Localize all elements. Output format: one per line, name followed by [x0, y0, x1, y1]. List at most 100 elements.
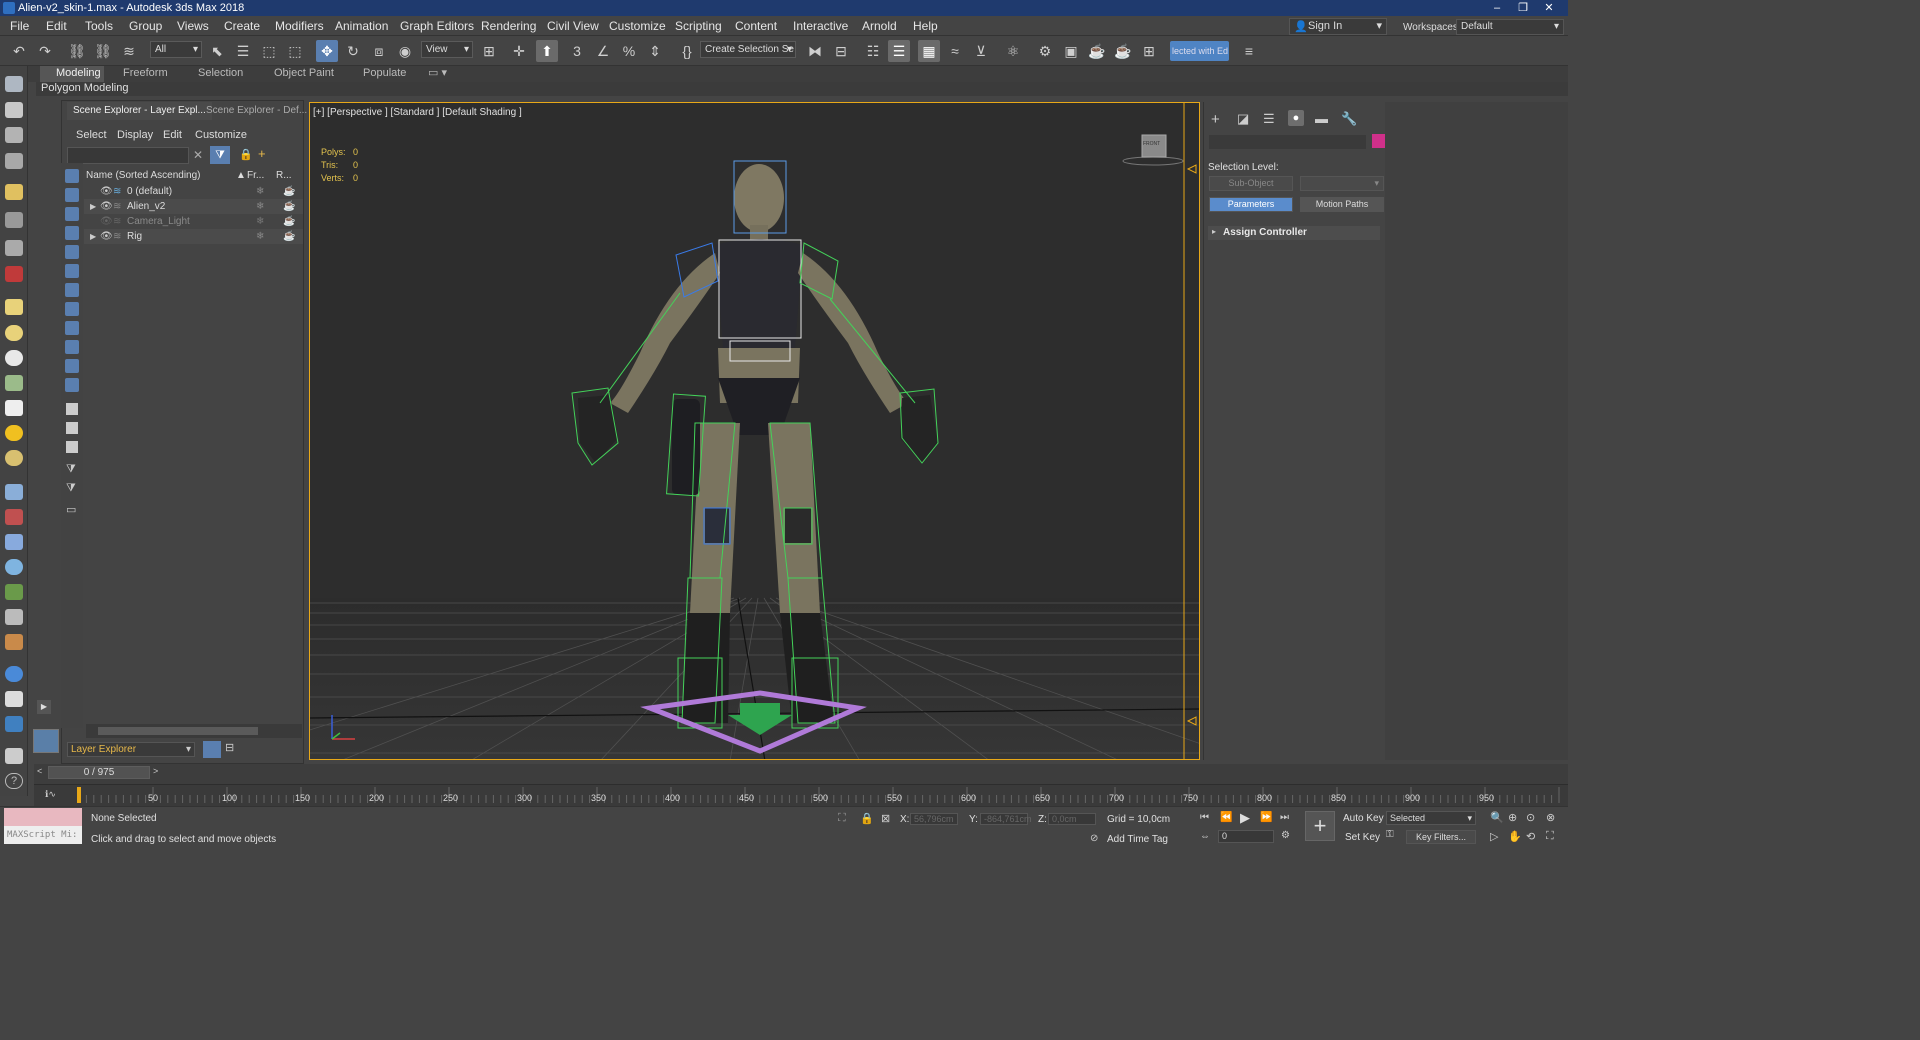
key-filters-button[interactable]: Key Filters... [1406, 830, 1476, 844]
align-icon[interactable]: ⊟ [830, 40, 852, 62]
teapot-icon[interactable] [5, 76, 23, 92]
angle-snap-icon[interactable]: ∠ [592, 40, 614, 62]
funnel-icon[interactable]: ⧩ [66, 463, 76, 476]
space-warp-filter-icon[interactable] [65, 264, 79, 278]
menu-civil-view[interactable]: Civil View [547, 19, 599, 33]
explorer-menu-edit[interactable]: Edit [163, 129, 182, 141]
tab-freeform[interactable]: Freeform [117, 66, 174, 82]
container-filter-icon[interactable] [65, 340, 79, 354]
explorer-search-input[interactable] [67, 147, 189, 164]
render-setup-icon[interactable]: ⚙ [1034, 40, 1056, 62]
select-by-name-icon[interactable]: ☰ [232, 40, 254, 62]
maxscript-listener[interactable]: MAXScript Mi: [4, 808, 82, 844]
tab-default-explorer[interactable]: Scene Explorer - Def... [200, 102, 313, 120]
toolbar-menu-icon[interactable]: ≡ [1238, 40, 1260, 62]
edit-named-selection-icon[interactable]: {} [676, 40, 698, 62]
explorer-menu-select[interactable]: Select [76, 129, 107, 141]
menu-help[interactable]: Help [913, 19, 938, 33]
time-config-icon[interactable]: ⚙ [1281, 830, 1290, 841]
tab-modeling[interactable]: Modeling [40, 66, 104, 82]
script-icon[interactable] [5, 691, 23, 707]
perspective-viewport[interactable] [309, 102, 1200, 760]
select-and-place-icon[interactable]: ◉ [394, 40, 416, 62]
light-filter-icon[interactable] [65, 207, 79, 221]
layer-manager-icon[interactable]: ☷ [862, 40, 884, 62]
viewport-layout-icon[interactable] [5, 127, 23, 143]
box-icon[interactable] [5, 299, 23, 315]
eye-icon[interactable]: 👁 [100, 184, 113, 199]
geosphere-icon[interactable] [5, 450, 23, 466]
next-frame-arrow-icon[interactable]: > [153, 766, 158, 776]
document-icon[interactable] [5, 748, 23, 764]
menu-rendering[interactable]: Rendering [481, 19, 536, 33]
object-name-input[interactable] [1209, 135, 1366, 149]
redo-icon[interactable]: ↷ [34, 40, 56, 62]
maxscript-input[interactable]: MAXScript Mi: [4, 826, 82, 844]
modify-tab-icon[interactable]: ◪ [1237, 111, 1249, 127]
sort-by-layer-icon[interactable] [203, 741, 221, 758]
column-name-header[interactable]: Name (Sorted Ascending) [86, 170, 201, 181]
menu-scripting[interactable]: Scripting [675, 19, 722, 33]
tab-selection[interactable]: Selection [192, 66, 249, 82]
layer-row-rig[interactable]: ▶ 👁 ≋ Rig ❄ ☕ [84, 229, 303, 244]
selection-filter-dropdown[interactable]: All ▾ [150, 41, 202, 58]
layer-row-default[interactable]: 👁 ≋ 0 (default) ❄ ☕ [84, 184, 303, 199]
shape-filter-icon[interactable] [65, 188, 79, 202]
select-and-scale-icon[interactable]: ⧈ [368, 40, 390, 62]
eye-icon[interactable]: 👁 [100, 229, 113, 244]
tab-layer-explorer[interactable]: Scene Explorer - Layer Expl... [67, 102, 212, 120]
explorer-type-dropdown[interactable]: Layer Explorer ▾ [67, 742, 195, 757]
hair-icon[interactable] [5, 609, 23, 625]
workspace-select[interactable]: Default ▾ [1456, 19, 1564, 35]
sun-icon[interactable] [5, 425, 23, 441]
tab-object-paint[interactable]: Object Paint [268, 66, 340, 82]
select-object-icon[interactable]: ⬉ [206, 40, 228, 62]
mini-curve-editor-icon[interactable]: ℹ∿ [45, 789, 56, 800]
render-icon[interactable] [5, 102, 23, 118]
bone-filter-icon[interactable] [65, 321, 79, 335]
menu-animation[interactable]: Animation [335, 19, 388, 33]
key-mode-icon[interactable]: ⇔ [1200, 831, 1210, 842]
viewport-shading-icon[interactable] [5, 716, 23, 732]
expand-arrow-icon[interactable]: ▶ [90, 229, 96, 244]
rectangular-selection-icon[interactable]: ⬚ [258, 40, 280, 62]
bind-space-warp-icon[interactable]: ≋ [118, 40, 140, 62]
particle-icon[interactable] [5, 484, 23, 500]
menu-tools[interactable]: Tools [85, 19, 113, 33]
zoom-extents-icon[interactable]: ⊙ [1526, 811, 1535, 824]
keyboard-shortcut-override-icon[interactable]: ⬆ [536, 40, 558, 62]
auto-key-button[interactable]: Auto Key [1343, 813, 1384, 824]
render-teapot-icon[interactable]: ☕ [283, 184, 295, 199]
reference-coordinate-dropdown[interactable]: View ▾ [421, 41, 473, 58]
play-icon[interactable]: ▶ [1240, 810, 1250, 826]
rendered-frame-window-icon[interactable]: ▣ [1060, 40, 1082, 62]
zoom-icon[interactable]: 🔍 [1490, 811, 1504, 824]
explorer-horizontal-scrollbar[interactable] [86, 724, 302, 738]
menu-views[interactable]: Views [177, 19, 209, 33]
maxscript-output[interactable] [4, 808, 82, 826]
pivot-center-icon[interactable]: ⊞ [478, 40, 500, 62]
dynamics-icon[interactable] [5, 509, 23, 525]
layer-row-camera-light[interactable]: 👁 ≋ Camera_Light ❄ ☕ [84, 214, 303, 229]
column-frozen-header[interactable]: Fr... [247, 170, 264, 181]
render-teapot-icon[interactable]: ☕ [283, 199, 295, 214]
frozen-filter-icon[interactable] [65, 359, 79, 373]
tab-populate[interactable]: Populate [357, 66, 412, 82]
viewcube-face-label[interactable]: FRONT [1143, 141, 1160, 147]
material-editor-icon[interactable]: ⚛ [1002, 40, 1024, 62]
container-icon[interactable]: ▭ [66, 503, 76, 516]
arnold-icon[interactable] [5, 666, 23, 682]
scene-explorer-icon[interactable]: ▦ [918, 40, 940, 62]
display-all-icon[interactable] [66, 403, 78, 415]
next-frame-icon[interactable]: ⏩ [1260, 812, 1272, 823]
isolate-selection-icon[interactable]: ⛶ [838, 812, 846, 825]
y-coordinate-field[interactable]: -864,761cm [980, 813, 1032, 825]
sub-object-button[interactable]: Sub-Object [1209, 176, 1293, 191]
select-and-rotate-icon[interactable]: ↻ [342, 40, 364, 62]
biped-icon[interactable] [5, 559, 23, 575]
help-icon[interactable]: ? [5, 773, 23, 789]
display-invert-icon[interactable] [66, 441, 78, 453]
menu-modifiers[interactable]: Modifiers [275, 19, 324, 33]
spinner-snap-icon[interactable]: ⇕ [644, 40, 666, 62]
z-coordinate-field[interactable]: 0,0cm [1048, 813, 1096, 825]
